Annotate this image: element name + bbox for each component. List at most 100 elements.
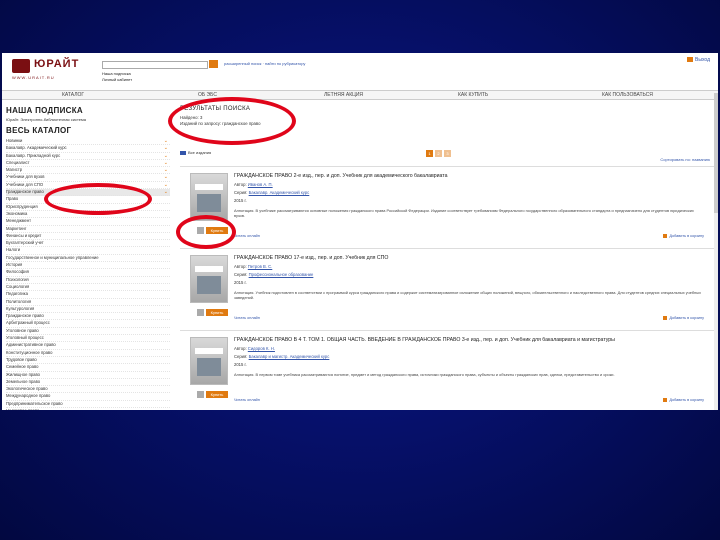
catalog-item[interactable]: Жилищное право xyxy=(6,372,170,379)
catalog-item[interactable]: Арбитражный процесс xyxy=(6,320,170,328)
catalog-item[interactable]: Учебники для вузов ⌄ xyxy=(6,174,170,182)
book-card: Купить ГРАЖДАНСКОЕ ПРАВО 2-е изд., пер. и… xyxy=(180,166,714,245)
page-1[interactable]: 1 xyxy=(426,150,433,157)
catalog-item[interactable]: Семейное право xyxy=(6,364,170,372)
catalog-item[interactable]: Финансы и кредит xyxy=(6,233,170,241)
catalog-item[interactable]: Бакалавр. Академический курс ⌄ xyxy=(6,145,170,153)
chevron-down-icon[interactable]: ⌄ xyxy=(164,145,168,151)
page-2[interactable]: 2 xyxy=(435,150,442,157)
add-to-cart-link[interactable]: Добавить в корзину xyxy=(669,234,704,238)
chevron-down-icon[interactable]: ⌄ xyxy=(164,153,168,159)
catalog-item[interactable]: Магистр ⌄ xyxy=(6,167,170,175)
scrollbar[interactable] xyxy=(714,93,718,410)
book-series: Серия: Бакалавр. Академический курс xyxy=(234,190,310,195)
cover-band xyxy=(195,184,223,190)
catalog-item[interactable]: Бакалавр. Прикладной курс ⌄ xyxy=(6,153,170,160)
book-cover[interactable] xyxy=(190,173,228,221)
buy-button[interactable]: Купить xyxy=(197,391,228,398)
catalog-item[interactable]: История xyxy=(6,262,170,270)
catalog-item[interactable]: Экологическое право xyxy=(6,386,170,394)
book-card: Купить ГРАЖДАНСКОЕ ПРАВО В 4 Т. ТОМ 1. ОБ… xyxy=(180,330,714,409)
advanced-search-link[interactable]: расширенный поиск xyxy=(224,61,261,66)
read-online-link[interactable]: Читать онлайн xyxy=(234,234,260,238)
filter-all[interactable]: Все издания xyxy=(180,150,211,155)
urait-logo[interactable]: ЮРАЙТ WWW.URAIT.RU xyxy=(12,57,84,81)
catalog-item[interactable]: Менеджмент xyxy=(6,218,170,226)
catalog-item[interactable]: Психология xyxy=(6,277,170,284)
logo-name: ЮРАЙТ xyxy=(34,58,80,70)
catalog-title: ВЕСЬ КАТАЛОГ xyxy=(6,126,72,135)
pagination: 123 xyxy=(426,142,453,160)
book-footer: Читать онлайн Добавить в корзину xyxy=(234,234,704,238)
page-3[interactable]: 3 xyxy=(444,150,451,157)
catalog-item[interactable]: Педагогика xyxy=(6,291,170,299)
catalog-item[interactable]: Земельное право xyxy=(6,379,170,387)
add-to-cart-link[interactable]: Добавить в корзину xyxy=(669,398,704,402)
search-button[interactable] xyxy=(209,60,218,68)
catalog-item[interactable]: Налоговое право xyxy=(6,408,170,410)
catalog-item[interactable]: Административное право xyxy=(6,342,170,350)
catalog-item[interactable]: Политология xyxy=(6,299,170,306)
read-online-link[interactable]: Читать онлайн xyxy=(234,398,260,402)
catalog-item[interactable]: Уголовный процесс xyxy=(6,335,170,343)
account-link[interactable]: Личный кабинет xyxy=(102,77,132,83)
book-title[interactable]: ГРАЖДАНСКОЕ ПРАВО 2-е изд., пер. и доп. … xyxy=(234,173,704,179)
annotation-oval-results xyxy=(168,97,296,145)
main-nav: КАТАЛОГ ОБ ЭБС ЛЕТНЯЯ АКЦИЯ КАК КУПИТЬ К… xyxy=(2,90,718,100)
subscription-title: НАША ПОДПИСКА xyxy=(6,106,83,115)
add-to-cart-link[interactable]: Добавить в корзину xyxy=(669,316,704,320)
search-options[interactable]: расширенный поиск · найти по рубрикатору xyxy=(224,61,305,66)
chevron-down-icon[interactable]: ⌄ xyxy=(164,182,168,188)
chevron-down-icon[interactable]: ⌄ xyxy=(164,167,168,173)
cart-small-icon xyxy=(663,316,668,320)
catalog-item[interactable]: Культурология xyxy=(6,306,170,314)
buy-button[interactable]: Купить xyxy=(197,309,228,316)
logo-subtitle: WWW.URAIT.RU xyxy=(12,75,55,80)
scrollbar-thumb[interactable] xyxy=(714,93,718,213)
book-title[interactable]: ГРАЖДАНСКОЕ ПРАВО 17-е изд., пер. и доп.… xyxy=(234,255,704,261)
book-title[interactable]: ГРАЖДАНСКОЕ ПРАВО В 4 Т. ТОМ 1. ОБЩАЯ ЧА… xyxy=(234,337,704,343)
catalog-item[interactable]: Маркетинг xyxy=(6,226,170,233)
catalog-item[interactable]: Международное право xyxy=(6,393,170,401)
annotation-oval-buy-button xyxy=(176,215,236,249)
cover-image xyxy=(197,276,221,294)
catalog-item[interactable]: Предпринимательское право xyxy=(6,401,170,408)
nav-how-to-use[interactable]: КАК ПОЛЬЗОВАТЬСЯ xyxy=(602,92,653,98)
sort-control[interactable]: Сортировать по: названию xyxy=(660,157,710,162)
catalog-item[interactable]: Налоги xyxy=(6,247,170,255)
catalog-item[interactable]: Уголовное право xyxy=(6,328,170,336)
book-author: Автор: Сидоров К. Н. xyxy=(234,346,275,351)
catalog-item[interactable]: Философия xyxy=(6,269,170,277)
chevron-down-icon[interactable]: ⌄ xyxy=(164,138,168,144)
catalog-item[interactable]: Государственное и муниципальное управлен… xyxy=(6,255,170,263)
subscription-text[interactable]: Юрайт. Электронно-библиотечная система xyxy=(6,117,170,122)
catalog-item[interactable]: Специалист ⌄ xyxy=(6,160,170,168)
catalog-item[interactable]: Конституционное право xyxy=(6,350,170,357)
book-description: Аннотация. В учебнике рассматриваются ос… xyxy=(234,208,694,218)
chevron-down-icon[interactable]: ⌄ xyxy=(164,189,168,195)
annotation-oval-catalog-item xyxy=(44,183,152,215)
filter-icon xyxy=(180,150,186,155)
nav-catalog[interactable]: КАТАЛОГ xyxy=(62,92,84,98)
cart-icon xyxy=(197,309,204,316)
nav-how-to-buy[interactable]: КАК КУПИТЬ xyxy=(458,92,488,98)
book-year: 2015 г. xyxy=(234,198,247,203)
rubricator-search-link[interactable]: найти по рубрикатору xyxy=(265,61,306,66)
catalog-item[interactable]: Новинки ⌄ xyxy=(6,138,170,146)
search-input[interactable] xyxy=(102,61,208,69)
catalog-item[interactable]: Трудовое право xyxy=(6,357,170,365)
cover-image xyxy=(197,358,221,376)
book-cover[interactable] xyxy=(190,337,228,385)
cart-icon xyxy=(197,391,204,398)
book-cover[interactable] xyxy=(190,255,228,303)
read-online-link[interactable]: Читать онлайн xyxy=(234,316,260,320)
book-series: Серия: Профессиональное образование xyxy=(234,272,314,277)
chevron-down-icon[interactable]: ⌄ xyxy=(164,160,168,166)
logout-button[interactable]: Выход xyxy=(687,57,710,63)
catalog-item[interactable]: Бухгалтерский учет xyxy=(6,240,170,248)
catalog-item[interactable]: Гражданское право xyxy=(6,313,170,321)
catalog-item[interactable]: Социология xyxy=(6,284,170,292)
chevron-down-icon[interactable]: ⌄ xyxy=(164,174,168,180)
nav-summer-sale[interactable]: ЛЕТНЯЯ АКЦИЯ xyxy=(324,92,363,98)
book-year: 2015 г. xyxy=(234,362,247,367)
